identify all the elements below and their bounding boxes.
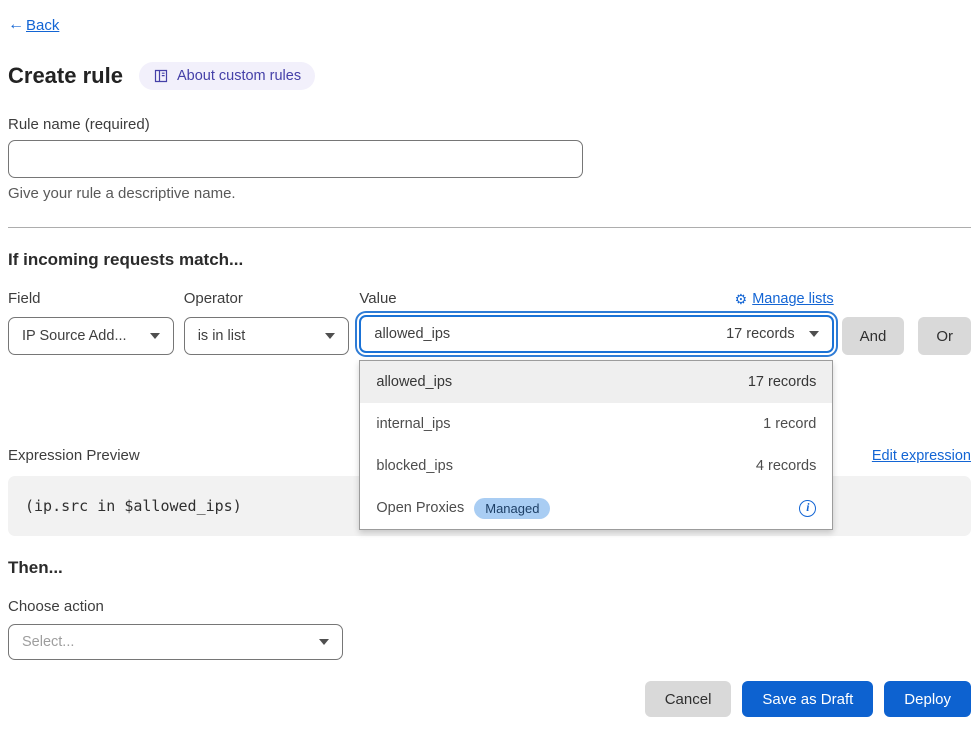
edit-expression-link[interactable]: Edit expression	[872, 448, 971, 464]
condition-connector-buttons: And Or	[842, 290, 971, 355]
deploy-button[interactable]: Deploy	[884, 681, 971, 717]
title-row: Create rule About custom rules	[8, 62, 971, 90]
cancel-button[interactable]: Cancel	[645, 681, 732, 717]
value-select-selected: allowed_ips	[374, 326, 450, 342]
back-link[interactable]: ← Back	[8, 16, 59, 34]
field-select-value: IP Source Add...	[22, 328, 127, 344]
back-link-label: Back	[26, 17, 59, 34]
chevron-down-icon	[809, 331, 819, 337]
list-option-open-proxies[interactable]: Open Proxies Managed i	[360, 487, 832, 529]
value-select[interactable]: allowed_ips 17 records	[359, 315, 833, 353]
rule-name-helper: Give your rule a descriptive name.	[8, 185, 971, 202]
save-as-draft-button[interactable]: Save as Draft	[742, 681, 873, 717]
match-section-heading: If incoming requests match...	[8, 250, 971, 270]
about-custom-rules-link[interactable]: About custom rules	[139, 62, 315, 90]
page-title: Create rule	[8, 63, 123, 89]
chevron-down-icon	[325, 333, 335, 339]
operator-label: Operator	[184, 290, 350, 307]
chevron-down-icon	[319, 639, 329, 645]
and-button[interactable]: And	[842, 317, 905, 355]
list-option-name: blocked_ips	[376, 458, 453, 474]
choose-action-label: Choose action	[8, 598, 971, 615]
rule-name-group: Rule name (required) Give your rule a de…	[8, 116, 971, 202]
section-divider	[8, 227, 971, 228]
action-select[interactable]: Select...	[8, 624, 343, 660]
field-select[interactable]: IP Source Add...	[8, 317, 174, 355]
value-select-wrap: allowed_ips 17 records allowed_ips 17 re…	[359, 315, 833, 353]
info-icon[interactable]: i	[799, 500, 816, 517]
managed-badge: Managed	[474, 498, 550, 519]
gear-icon: ⚙	[735, 292, 748, 306]
manage-lists-link[interactable]: ⚙ Manage lists	[735, 291, 834, 307]
list-option-allowed-ips[interactable]: allowed_ips 17 records	[360, 361, 832, 403]
list-option-records: 17 records	[748, 374, 817, 390]
operator-select[interactable]: is in list	[184, 317, 350, 355]
manage-lists-label: Manage lists	[752, 291, 833, 307]
footer-actions: Cancel Save as Draft Deploy	[8, 681, 971, 717]
list-option-internal-ips[interactable]: internal_ips 1 record	[360, 403, 832, 445]
list-dropdown-panel: allowed_ips 17 records internal_ips 1 re…	[359, 360, 833, 530]
expression-code: (ip.src in $allowed_ips)	[25, 497, 242, 515]
match-condition-row: Field IP Source Add... Operator is in li…	[8, 290, 971, 355]
operator-select-value: is in list	[198, 328, 246, 344]
book-icon	[153, 68, 169, 84]
list-option-name: Open Proxies	[376, 500, 464, 516]
list-option-records: 4 records	[756, 458, 816, 474]
choose-action-group: Choose action Select...	[8, 598, 971, 660]
list-option-records: 1 record	[763, 416, 816, 432]
rule-name-input[interactable]	[8, 140, 583, 178]
or-button[interactable]: Or	[918, 317, 971, 355]
then-section-heading: Then...	[8, 558, 971, 578]
back-arrow-icon: ←	[8, 16, 24, 34]
expression-preview-label: Expression Preview	[8, 447, 140, 464]
field-label: Field	[8, 290, 174, 307]
create-rule-page: ← Back Create rule About custom rules Ru…	[0, 0, 979, 739]
about-custom-rules-label: About custom rules	[177, 68, 301, 84]
list-option-blocked-ips[interactable]: blocked_ips 4 records	[360, 445, 832, 487]
value-label: Value	[359, 290, 396, 307]
rule-name-label: Rule name (required)	[8, 116, 971, 133]
value-select-records: 17 records	[726, 326, 795, 342]
chevron-down-icon	[150, 333, 160, 339]
action-select-placeholder: Select...	[22, 634, 74, 650]
list-option-name: allowed_ips	[376, 374, 452, 390]
list-option-name: internal_ips	[376, 416, 450, 432]
